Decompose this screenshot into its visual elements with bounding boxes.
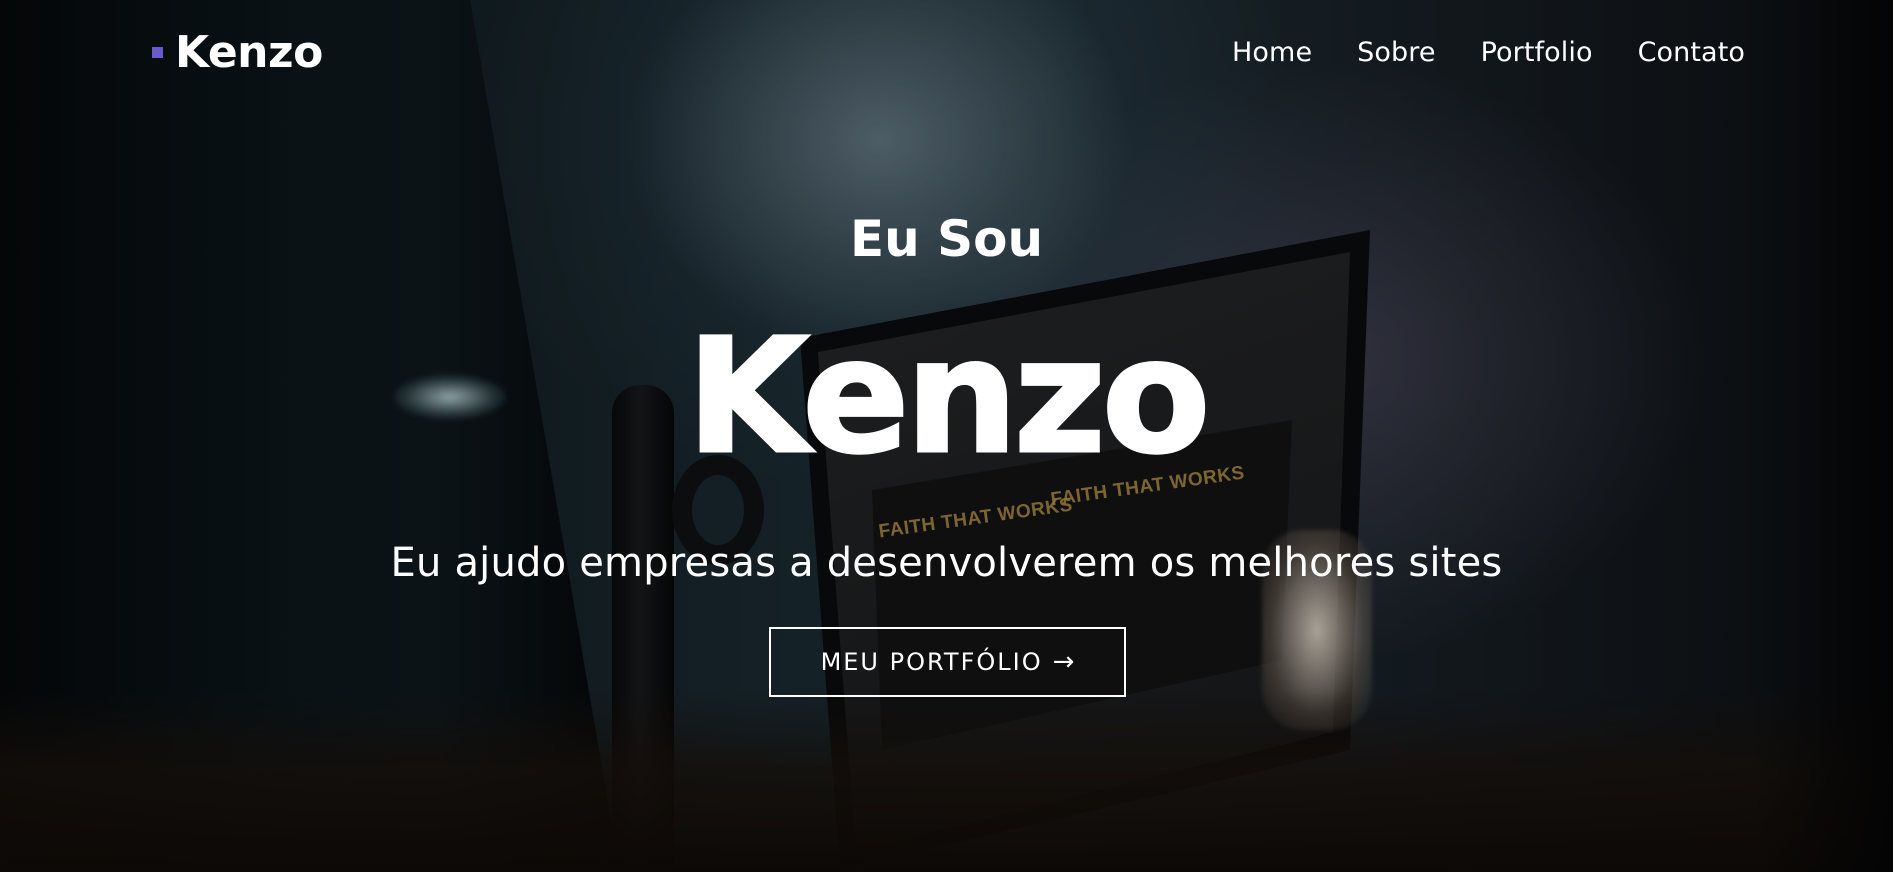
nav-link-contato[interactable]: Contato [1638, 37, 1745, 68]
portfolio-button-label: MEU PORTFÓLIO [820, 648, 1043, 676]
nav-links: Home Sobre Portfolio Contato [1232, 37, 1745, 68]
hero-name: Kenzo [685, 305, 1212, 489]
brand-logo[interactable]: Kenzo [152, 27, 323, 78]
navbar: Kenzo Home Sobre Portfolio Contato [0, 0, 1893, 104]
hero-intro: Eu Sou [849, 210, 1044, 268]
hero-tagline: Eu ajudo empresas a desenvolverem os mel… [390, 540, 1503, 586]
nav-link-portfolio[interactable]: Portfolio [1481, 37, 1593, 68]
hero-content: Eu Sou Kenzo Eu ajudo empresas a desenvo… [0, 0, 1893, 872]
hero-section: FAITH THAT WORKS FAITH THAT WORKS Kenzo … [0, 0, 1893, 872]
arrow-right-icon: → [1052, 647, 1075, 677]
nav-link-sobre[interactable]: Sobre [1357, 37, 1435, 68]
portfolio-button[interactable]: MEU PORTFÓLIO → [769, 627, 1126, 697]
brand-square-icon [152, 46, 163, 58]
nav-link-home[interactable]: Home [1232, 37, 1312, 68]
brand-name: Kenzo [175, 26, 323, 78]
